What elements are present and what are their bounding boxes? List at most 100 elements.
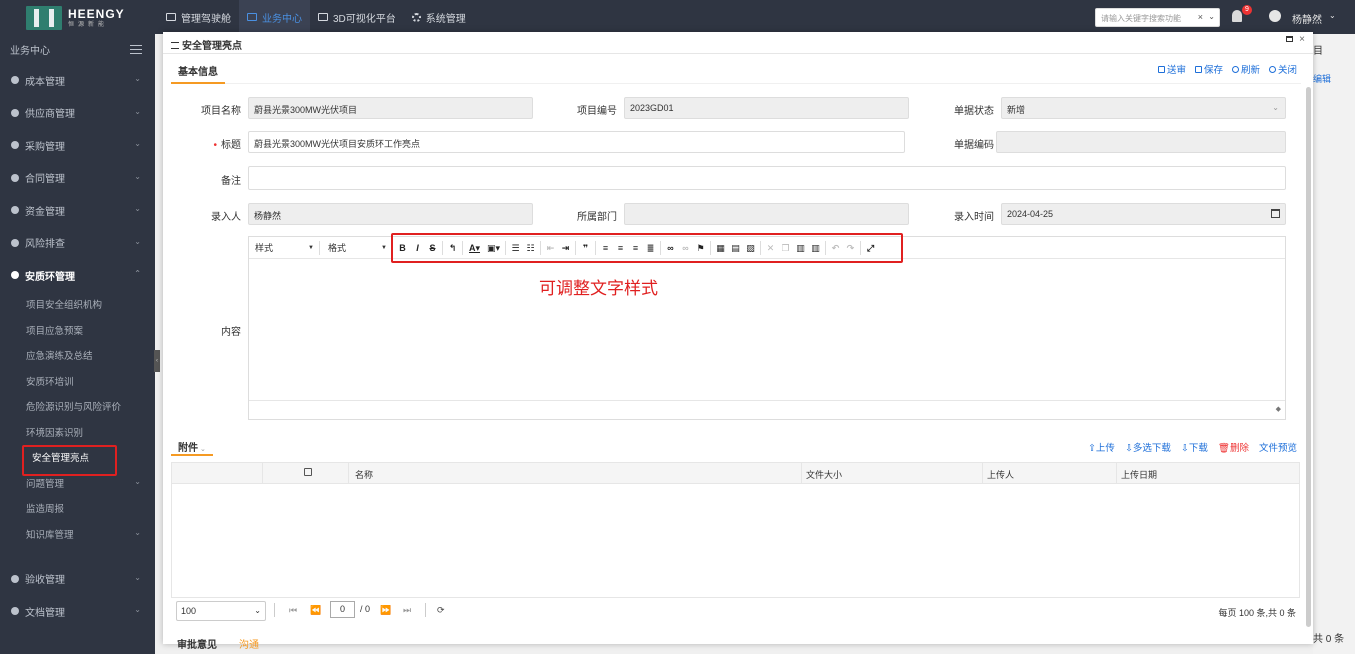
format-select[interactable]: 格式 ▼ xyxy=(322,240,390,256)
sidebar-sub-item[interactable]: 问题管理 ⌄ xyxy=(0,470,155,496)
sidebar-item-contract[interactable]: 合同管理 ⌄ xyxy=(0,162,155,195)
chevron-down-icon[interactable]: ⌄ xyxy=(1208,12,1215,21)
attachment-grid: 名称 文件大小 上传人 上传日期 xyxy=(171,462,1300,598)
sidebar-sub-item[interactable]: 环境因素识别 xyxy=(0,419,155,445)
page-number-input[interactable]: 0 xyxy=(330,601,355,618)
toolbar-separator xyxy=(319,240,320,255)
button-label: 多选下载 xyxy=(1132,443,1171,454)
sidebar-sub-label: 安全管理亮点 xyxy=(32,453,90,465)
multi-download-button[interactable]: ⇩多选下载 xyxy=(1125,440,1171,454)
sidebar-item-acceptance[interactable]: 验收管理 ⌄ xyxy=(0,563,155,596)
background-edit-link[interactable]: 编辑 xyxy=(1313,72,1331,85)
dept-field[interactable] xyxy=(624,203,909,225)
nav-cockpit[interactable]: 管理驾驶舱 xyxy=(158,0,239,34)
sidebar-sub-label: 环境因素识别 xyxy=(26,427,84,439)
column-divider xyxy=(801,463,802,484)
sidebar-sub-label: 项目应急预案 xyxy=(26,325,84,337)
status-select[interactable]: 新增 ⌄ xyxy=(1001,97,1286,119)
download-button[interactable]: ⇩下载 xyxy=(1181,440,1208,454)
remark-input[interactable] xyxy=(248,166,1286,190)
dialog-scrollbar[interactable] xyxy=(1306,87,1311,627)
entry-time-field[interactable]: 2024-04-25 xyxy=(1001,203,1286,225)
sidebar-item-risk[interactable]: 风险排查 ⌄ xyxy=(0,227,155,260)
sidebar-title: 业务中心 xyxy=(10,45,50,57)
tab-communication[interactable]: 沟通 xyxy=(239,636,259,651)
sidebar-item-cost[interactable]: 成本管理 ⌄ xyxy=(0,64,155,97)
sidebar-item-procurement[interactable]: 采购管理 ⌄ xyxy=(0,129,155,162)
sidebar-sub-item[interactable]: 知识库管理 ⌄ xyxy=(0,521,155,547)
tab-approval-opinion[interactable]: 审批意见 xyxy=(177,636,217,651)
chevron-down-icon[interactable]: ⌄ xyxy=(1329,11,1336,20)
first-page-icon[interactable]: ⏮ xyxy=(289,605,297,616)
sidebar-sub-item[interactable]: 危险源识别与风险评价 xyxy=(0,394,155,420)
pager-info: 每页 100 条,共 0 条 xyxy=(1218,608,1296,618)
chevron-down-icon: ⌄ xyxy=(134,605,141,614)
project-code-field[interactable]: 2023GD01 xyxy=(624,97,909,119)
sidebar-item-funds[interactable]: 资金管理 ⌄ xyxy=(0,194,155,227)
column-header-size[interactable]: 文件大小 xyxy=(806,468,842,481)
title-input[interactable]: 蔚县光景300MW光伏项目安质环工作亮点 xyxy=(248,131,905,153)
background-tab-text: 目 xyxy=(1313,46,1323,57)
logo-text-en: HEENGY xyxy=(68,6,125,21)
trash-icon: 🗑 xyxy=(1217,443,1230,454)
chevron-down-icon: ⌄ xyxy=(134,139,141,148)
sidebar-sub-label: 安质环培训 xyxy=(26,376,74,388)
entry-time-value: 2024-04-25 xyxy=(1007,209,1054,219)
prev-page-icon[interactable]: ⏪ xyxy=(310,605,321,616)
menu-icon[interactable] xyxy=(130,45,142,54)
nav-system[interactable]: 系统管理 xyxy=(404,0,474,34)
refresh-button[interactable]: 刷新 xyxy=(1231,62,1260,76)
page-size-value: 100 xyxy=(181,606,197,616)
column-header-upload-date[interactable]: 上传日期 xyxy=(1121,468,1157,481)
tab-basic-info[interactable]: 基本信息 xyxy=(171,54,225,84)
tab-attachments[interactable]: 附件 ⌄ xyxy=(171,434,213,456)
resize-handle-icon[interactable]: ◆ xyxy=(1276,405,1281,413)
background-count: 共 0 条 xyxy=(1313,634,1345,645)
nav-label: 管理驾驶舱 xyxy=(181,13,231,25)
column-header-uploader[interactable]: 上传人 xyxy=(987,468,1014,481)
sidebar-sub-item[interactable]: 安质环培训 xyxy=(0,368,155,394)
column-header-name[interactable]: 名称 xyxy=(355,468,373,481)
next-page-icon[interactable]: ⏩ xyxy=(380,605,391,616)
upload-button[interactable]: ⇪上传 xyxy=(1088,440,1115,454)
button-label: 上传 xyxy=(1095,443,1115,454)
sidebar-item-supplier[interactable]: 供应商管理 ⌄ xyxy=(0,97,155,130)
maximize-icon[interactable] xyxy=(1286,36,1293,42)
sidebar-sub-item[interactable]: 项目应急预案 xyxy=(0,317,155,343)
refresh-icon[interactable]: ⟳ xyxy=(437,605,445,616)
doc-code-field[interactable] xyxy=(996,131,1286,153)
style-select[interactable]: 样式 ▼ xyxy=(249,240,317,256)
total-pages: / 0 xyxy=(360,604,371,614)
function-search-input[interactable]: 请输入关键字搜索功能 × ⌄ xyxy=(1095,8,1220,27)
user-avatar-icon[interactable] xyxy=(1269,10,1281,22)
entered-by-field[interactable]: 杨静然 xyxy=(248,203,533,225)
sidebar-sub-item[interactable]: 项目安全组织机构 xyxy=(0,292,155,318)
file-preview-button[interactable]: 文件预览 xyxy=(1259,440,1297,454)
close-icon[interactable]: × xyxy=(1299,34,1305,45)
rich-text-editor[interactable]: 样式 ▼ 格式 ▼ B I S ↰ A▾ ▣▾ ☰ ☷ ⇤ ⇥ ❞ ≡ ≡ ≡ ≣ xyxy=(248,236,1286,420)
nav-business-center[interactable]: 业务中心 xyxy=(239,0,310,34)
sidebar-collapse-handle[interactable]: ‹ xyxy=(154,350,160,372)
project-name-field[interactable]: 蔚县光景300MW光伏项目 xyxy=(248,97,533,119)
calendar-icon[interactable] xyxy=(1271,209,1280,218)
sidebar-sub-item-safety-highlights[interactable]: 安全管理亮点 xyxy=(0,444,155,475)
submit-review-button[interactable]: 送审 xyxy=(1157,62,1186,76)
save-button[interactable]: 保存 xyxy=(1194,62,1223,76)
sidebar-sub-item[interactable]: 监造周报 xyxy=(0,496,155,522)
last-page-icon[interactable]: ⏭ xyxy=(403,605,411,616)
sidebar-item-documents[interactable]: 文档管理 ⌄ xyxy=(0,595,155,628)
card-icon xyxy=(11,173,19,182)
nav-3d-platform[interactable]: 3D可视化平台 xyxy=(310,0,404,34)
chevron-down-icon: ⌄ xyxy=(254,606,261,615)
gear-icon xyxy=(411,12,421,22)
select-all-checkbox[interactable] xyxy=(304,468,312,476)
user-name[interactable]: 杨静然 xyxy=(1292,11,1322,26)
delete-button[interactable]: 🗑删除 xyxy=(1218,440,1249,454)
bell-icon[interactable] xyxy=(1232,10,1242,22)
notification-badge: 9 xyxy=(1242,5,1252,15)
close-button[interactable]: 关闭 xyxy=(1268,62,1297,76)
page-size-select[interactable]: 100 ⌄ xyxy=(176,601,266,621)
sidebar-item-hse[interactable]: 安质环管理 ⌃ xyxy=(0,259,155,292)
clear-icon[interactable]: × xyxy=(1198,12,1203,22)
sidebar-sub-item[interactable]: 应急演练及总结 xyxy=(0,343,155,369)
